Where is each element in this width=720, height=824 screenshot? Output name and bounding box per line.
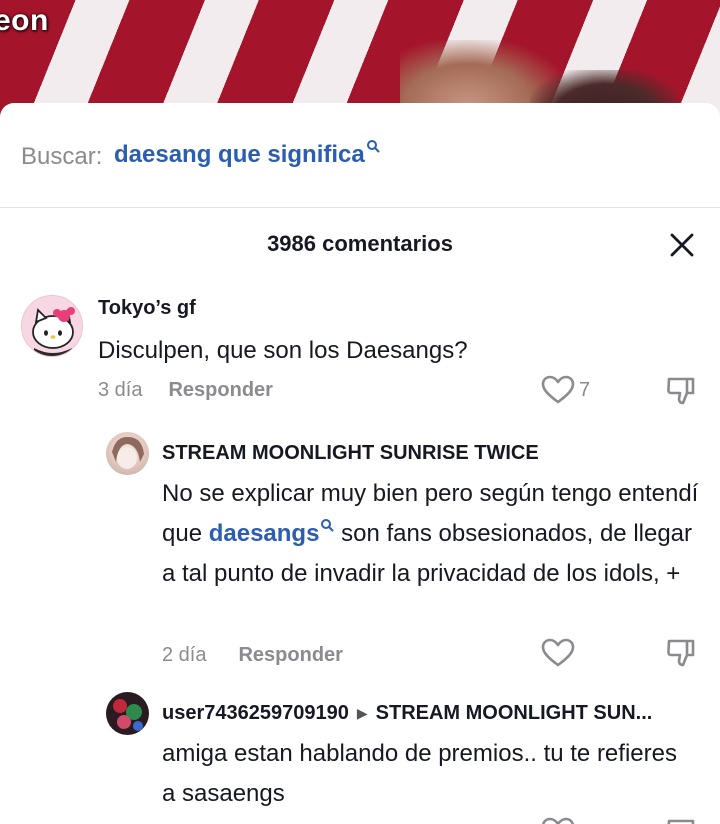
search-term-text: daesang que significa: [114, 141, 365, 168]
reply-username[interactable]: user7436259709190: [162, 702, 349, 724]
avatar[interactable]: [106, 432, 149, 475]
close-icon: [670, 233, 694, 257]
close-button[interactable]: [668, 231, 696, 259]
like-count: 7: [579, 379, 591, 401]
comment-meta: 3 día Responder: [98, 379, 273, 402]
related-search-bar[interactable]: Buscar: daesang que significa: [0, 103, 720, 208]
search-icon: [366, 140, 380, 153]
reply-arrow-icon: ▶: [356, 705, 368, 722]
avatar[interactable]: [106, 692, 149, 735]
reply-item: user7436259709190 ▶ STREAM MOONLIGHT SUN..…: [0, 688, 720, 824]
heart-icon: [541, 817, 575, 824]
reply-meta-row: 2 día Responder: [162, 644, 343, 667]
like-button[interactable]: [541, 375, 575, 405]
comment-text: Disculpen, que son los Daesangs?: [98, 337, 468, 364]
thumbs-down-icon: [667, 639, 695, 667]
avatar[interactable]: [21, 295, 83, 357]
comment-item: Tokyo’s gf Disculpen, que son los Daesan…: [0, 293, 720, 423]
dislike-button[interactable]: [665, 637, 697, 669]
thumbs-down-icon: [667, 377, 695, 405]
heart-icon: [541, 375, 575, 404]
like-button[interactable]: [541, 817, 575, 824]
thumbs-down-icon: [667, 819, 695, 824]
search-prefix-label: Buscar:: [21, 143, 103, 170]
dislike-button[interactable]: [665, 817, 697, 824]
profile-photo-icon: [113, 699, 143, 731]
heart-icon: [541, 638, 575, 667]
reply-text: amiga estan hablando de premios.. tu te …: [162, 740, 677, 807]
reply-text: No se explicar muy bien pero según tengo…: [162, 474, 702, 594]
comment-time: 3 día: [98, 379, 143, 401]
like-button[interactable]: [541, 638, 575, 668]
reply-search-term-text: daesangs: [208, 520, 320, 547]
video-overlay-text: eon: [0, 4, 49, 37]
reply-time: 2 día: [162, 644, 207, 666]
reply-item: STREAM MOONLIGHT SUNRISE TWICE No se exp…: [0, 428, 720, 678]
profile-photo-icon: [112, 436, 144, 469]
comments-sheet: Buscar: daesang que significa 3986 comen…: [0, 103, 720, 824]
comments-count-title: 3986 comentarios: [267, 231, 453, 256]
search-term-link[interactable]: daesang que significa: [114, 140, 380, 169]
reply-to-username[interactable]: STREAM MOONLIGHT SUN...: [376, 702, 653, 724]
hello-kitty-avatar-icon: [32, 307, 75, 356]
dislike-button[interactable]: [665, 375, 697, 407]
reply-username-line: user7436259709190 ▶ STREAM MOONLIGHT SUN..…: [162, 702, 652, 725]
reply-button[interactable]: Responder: [238, 644, 342, 666]
search-icon: [321, 519, 334, 532]
reply-button[interactable]: Responder: [168, 379, 272, 401]
reply-search-term-link[interactable]: daesangs: [208, 519, 335, 547]
comment-username[interactable]: Tokyo’s gf: [98, 297, 196, 320]
reply-username[interactable]: STREAM MOONLIGHT SUNRISE TWICE: [162, 442, 539, 465]
